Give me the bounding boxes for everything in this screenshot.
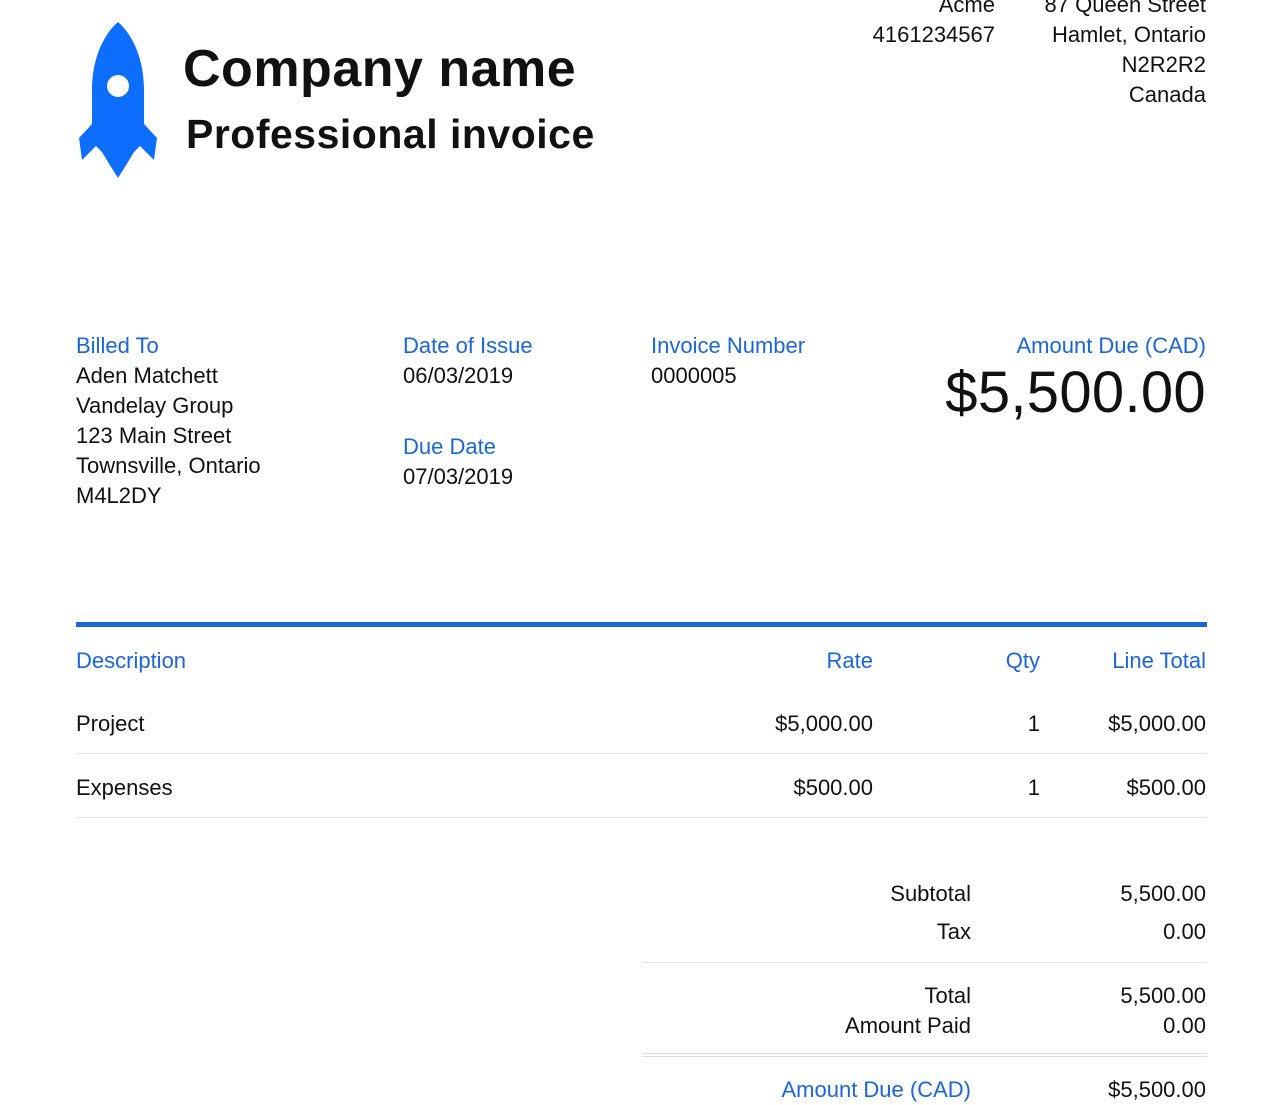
billed-to-city: Townsville, Ontario xyxy=(76,453,261,478)
company-name: Company name xyxy=(183,40,577,98)
date-of-issue-label: Date of Issue xyxy=(403,333,533,358)
dates-block: Date of Issue 06/03/2019 Due Date 07/03/… xyxy=(403,331,533,492)
tax-value: 0.00 xyxy=(1163,919,1206,944)
billed-to-company: Vandelay Group xyxy=(76,393,234,418)
amount-due-block: Amount Due (CAD) $5,500.00 xyxy=(945,331,1206,425)
date-of-issue-value: 06/03/2019 xyxy=(403,363,514,388)
header-line-total: Line Total xyxy=(1112,648,1206,673)
row-qty: 1 xyxy=(1027,711,1040,736)
billed-to-name: Aden Matchett xyxy=(76,363,218,388)
tax-label: Tax xyxy=(936,919,971,944)
row-rate: $5,000.00 xyxy=(775,711,873,736)
row-line-total: $500.00 xyxy=(1126,775,1206,800)
total-value: 5,500.00 xyxy=(1120,983,1206,1008)
invoice-number-label: Invoice Number xyxy=(651,333,806,358)
amount-paid-label: Amount Paid xyxy=(845,1013,971,1038)
invoice-number-value: 0000005 xyxy=(651,363,737,388)
amount-due-value: $5,500.00 xyxy=(945,360,1206,425)
row-description: Expenses xyxy=(76,775,173,800)
row-divider xyxy=(76,817,1207,818)
invoice-number-block: Invoice Number 0000005 xyxy=(651,331,805,391)
sender-phone: 4161234567 xyxy=(872,22,995,47)
billed-to-street: 123 Main Street xyxy=(76,423,232,448)
sender-postal: N2R2R2 xyxy=(1121,52,1206,77)
sender-city: Hamlet, Ontario xyxy=(1051,22,1206,47)
row-line-total: $5,000.00 xyxy=(1108,711,1206,736)
amount-due-label: Amount Due (CAD) xyxy=(1016,333,1206,358)
sender-country: Canada xyxy=(1128,82,1206,107)
sender-street: 87 Queen Street xyxy=(1044,0,1206,17)
billed-to-block: Billed To Aden Matchett Vandelay Group 1… xyxy=(76,331,261,511)
row-divider xyxy=(76,753,1207,754)
header-description: Description xyxy=(76,648,187,673)
due-date-value: 07/03/2019 xyxy=(403,464,514,489)
row-rate: $500.00 xyxy=(793,775,873,800)
total-label: Total xyxy=(924,983,971,1008)
sender-address: 87 Queen Street Hamlet, Ontario N2R2R2 C… xyxy=(1045,0,1206,110)
subtotal-label: Subtotal xyxy=(890,881,971,906)
sender-company: Acme xyxy=(938,0,995,17)
row-qty: 1 xyxy=(1027,775,1040,800)
subtotal-value: 5,500.00 xyxy=(1120,881,1206,906)
billed-to-label: Billed To xyxy=(76,333,159,358)
rocket-icon xyxy=(79,22,157,178)
sender-contact: Acme 4161234567 xyxy=(873,0,995,50)
amount-paid-value: 0.00 xyxy=(1163,1013,1206,1038)
table-top-rule xyxy=(76,622,1207,627)
invoice-title: Professional invoice xyxy=(186,111,595,157)
row-description: Project xyxy=(76,711,145,736)
summary-divider xyxy=(642,962,1207,963)
due-date-label: Due Date xyxy=(403,434,496,459)
header-rate: Rate xyxy=(826,648,873,673)
billed-to-postal: M4L2DY xyxy=(76,483,162,508)
header-qty: Qty xyxy=(1005,648,1040,673)
summary-double-rule xyxy=(642,1053,1207,1057)
